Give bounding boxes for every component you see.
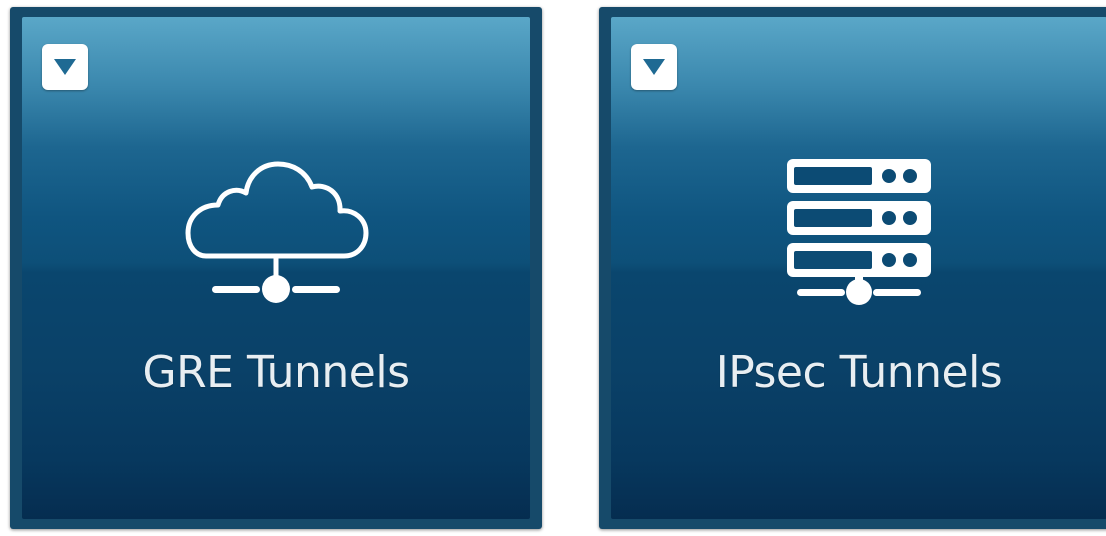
tile-body: GRE Tunnels <box>22 17 530 519</box>
ipsec-tunnels-tile[interactable]: IPsec Tunnels <box>599 7 1106 529</box>
icon-container <box>22 149 530 309</box>
server-network-icon <box>787 159 931 305</box>
cloud-network-icon <box>185 161 369 303</box>
dropdown-triangle-icon <box>54 59 76 75</box>
gre-tunnels-tile[interactable]: GRE Tunnels <box>10 7 542 529</box>
ipsec-tunnels-label: IPsec Tunnels <box>715 347 1003 398</box>
gre-tunnels-label: GRE Tunnels <box>142 347 410 398</box>
ipsec-tunnels-menu-button[interactable] <box>631 44 677 90</box>
dropdown-triangle-icon <box>643 59 665 75</box>
tile-body: IPsec Tunnels <box>611 17 1106 519</box>
gre-tunnels-menu-button[interactable] <box>42 44 88 90</box>
icon-container <box>611 149 1106 309</box>
